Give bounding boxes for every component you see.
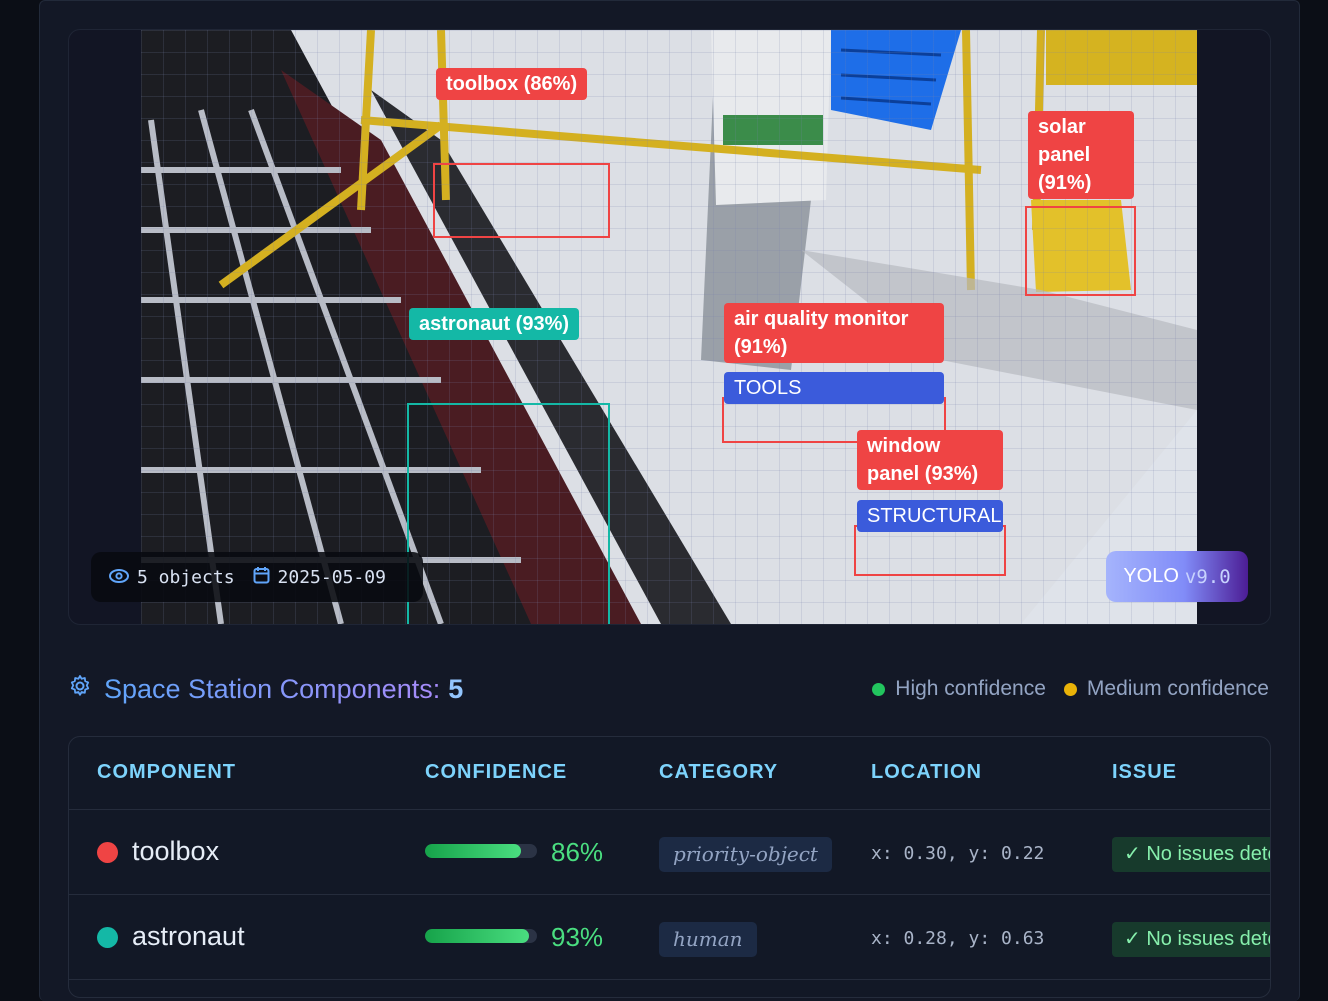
label-window-panel: window panel (93%) [857,430,1003,490]
col-confidence[interactable]: CONFIDENCE [425,761,567,784]
label-toolbox: toolbox (86%) [436,68,588,100]
eye-icon [109,567,129,588]
category-badge: human [659,922,757,957]
components-table: COMPONENT CONFIDENCE CATEGORY LOCATION I… [68,736,1271,998]
object-count: 5 objects [137,566,235,588]
detection-viewer: toolbox (86%) solar panel (91%) astronau… [68,29,1271,625]
category-badge: priority-object [659,837,832,872]
calendar-icon [253,566,270,589]
col-component[interactable]: COMPONENT [97,761,236,784]
yellow-dot-icon [1063,682,1077,696]
table-row[interactable]: astronaut 93% human x: 0.28, y: 0.63 ✓ N… [69,894,1270,980]
green-dot-icon [872,682,886,696]
legend-high-label: High confidence [895,677,1046,700]
image-info-pill: 5 objects 2025-05-09 [91,552,423,602]
capture-date: 2025-05-09 [277,566,386,588]
label-astronaut: astronaut (93%) [409,308,580,340]
bbox-toolbox[interactable] [433,163,610,238]
bbox-window-panel[interactable] [854,525,1006,576]
location-value: x: 0.30, y: 0.22 [871,843,1045,864]
status-dot [97,927,118,948]
issue-badge: ✓ No issues detected [1112,922,1270,957]
component-name: toolbox [132,836,220,866]
legend-high: High confidence [872,677,1046,701]
confidence-legend: High confidence Medium confidence [864,677,1269,701]
component-count: 5 [448,673,464,704]
gear-icon [68,674,92,705]
confidence-bar [425,929,537,943]
model-name: YOLO [1123,565,1179,587]
model-badge: YOLO v9.0 [1106,551,1248,602]
issue-badge: ✓ No issues detected [1112,837,1270,872]
location-value: x: 0.28, y: 0.63 [871,928,1045,949]
section-title: Space Station Components: [104,673,441,704]
label-air-quality-monitor: air quality monitor (91%) [724,303,944,363]
legend-medium-label: Medium confidence [1086,677,1269,700]
status-dot [97,842,118,863]
scene-image: toolbox (86%) solar panel (91%) astronau… [141,30,1197,624]
component-name: astronaut [132,921,245,951]
section-header: Space Station Components: 5 High confide… [68,670,1269,708]
col-issue[interactable]: ISSUE [1112,761,1177,784]
legend-medium: Medium confidence [1063,677,1269,701]
table-header: COMPONENT CONFIDENCE CATEGORY LOCATION I… [69,737,1270,810]
col-location[interactable]: LOCATION [871,761,982,784]
table-row[interactable]: toolbox 86% priority-object x: 0.30, y: … [69,809,1270,895]
category-tag-tools: TOOLS [724,372,944,404]
col-category[interactable]: CATEGORY [659,761,778,784]
bbox-solar-panel[interactable] [1025,206,1136,296]
bbox-astronaut[interactable] [407,403,610,624]
confidence-value: 86% [551,837,604,867]
category-tag-structural: STRUCTURAL [857,500,1003,532]
confidence-bar [425,844,537,858]
label-solar-panel: solar panel (91%) [1028,111,1134,199]
confidence-value: 93% [551,922,604,952]
model-version: v9.0 [1184,565,1231,588]
